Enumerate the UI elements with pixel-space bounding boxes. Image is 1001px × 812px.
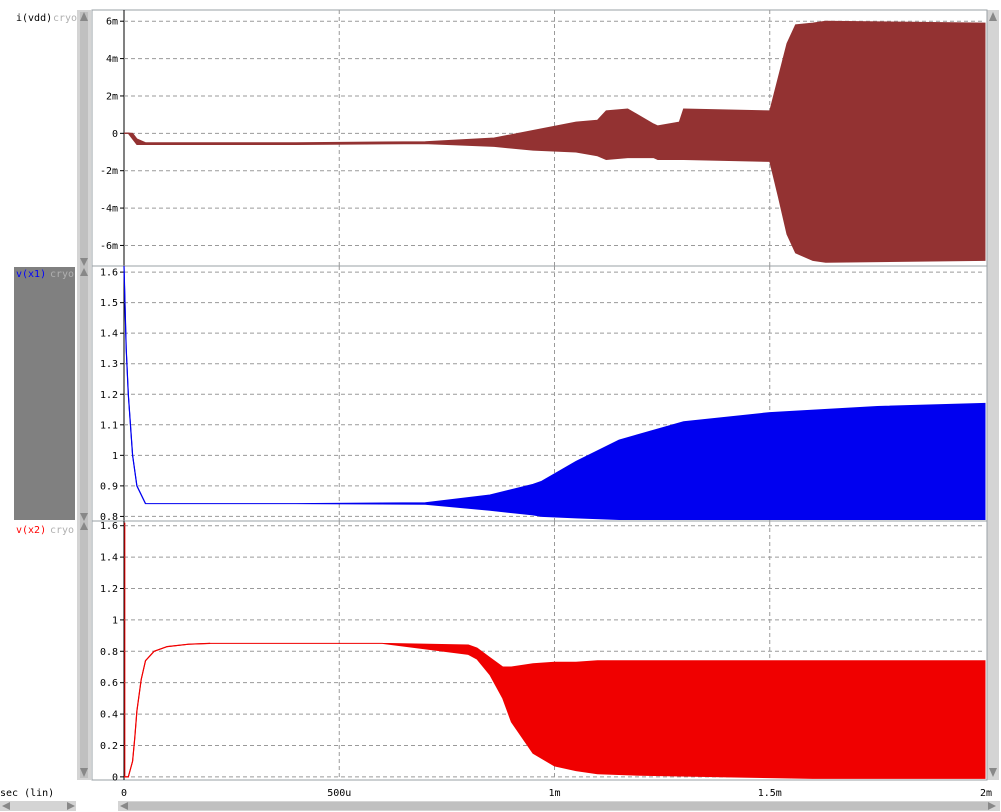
y-tick-labels: 1.61.51.41.31.21.110.90.8 [100,268,118,523]
x-axis-label: sec (lin) [0,788,54,799]
y-tick-label: 4m [106,54,118,65]
signal-label-suffix: cryo [50,525,74,536]
y-tick-label: 1.5 [100,298,118,309]
y-tick-label: 0.9 [100,481,118,492]
y-tick-label: 0.6 [100,678,118,689]
x-tick-label: 1m [548,788,560,799]
signal-label-suffix: cryo [50,269,74,280]
y-tick-label: 1.1 [100,420,118,431]
signal-label-x2[interactable]: v(x2) cryo [16,525,74,536]
y-tick-label: 1.2 [100,390,118,401]
label-horizontal-scrollbar[interactable] [0,801,76,811]
y-tick-label: 1.3 [100,359,118,370]
scrollbar-track [0,801,76,811]
y-tick-labels: 1.6 1.4 1.2 1 0.8 0.6 0.4 0.2 0 [100,521,118,783]
signal-label-name: i(vdd) [16,13,52,24]
y-tick-label: 0 [112,772,118,783]
y-tick-label: 1.4 [100,553,118,564]
y-tick-label: 1.4 [100,329,118,340]
y-tick-label: 1.6 [100,268,118,279]
x-tick-label: 0 [121,788,127,799]
y-tick-label: -6m [100,241,118,252]
selected-signal-label-bg[interactable] [14,267,75,520]
signal-label-name: v(x2) [16,525,46,536]
y-tick-label: 0 [112,129,118,140]
signal-label-vdd[interactable]: i(vdd) cryo [16,13,77,24]
y-tick-label: 0.4 [100,710,118,721]
signal-label-name: v(x1) [16,269,46,280]
y-tick-label: 1 [112,615,118,626]
x-tick-label: 1.5m [758,788,782,799]
y-tick-label: 1.6 [100,521,118,532]
scrollbar-thumb[interactable] [128,802,988,810]
scrollbar-track [987,10,999,780]
right-scrollbar[interactable] [987,10,999,780]
x-tick-label: 2m [980,788,992,799]
waveform-viewer: i(vdd) cryo v(x1) cryo v(x2) cryo 6m 4m 2m… [0,0,1001,812]
y-tick-label: 0.8 [100,647,118,658]
y-tick-label: 6m [106,17,118,28]
scrollbar-thumb[interactable] [80,12,88,778]
time-horizontal-scrollbar[interactable] [118,801,1000,811]
y-tick-label: -4m [100,204,118,215]
y-tick-label: -2m [100,166,118,177]
y-tick-label: 0.2 [100,741,118,752]
x-tick-label: 500u [327,788,351,799]
signal-label-suffix: cryo [53,13,77,24]
y-tick-label: 2m [106,91,118,102]
y-tick-label: 1 [112,451,118,462]
signal-label-x1[interactable]: v(x1) cryo [16,269,74,280]
y-tick-label: 1.2 [100,584,118,595]
pane-scrollbar[interactable] [77,10,91,780]
